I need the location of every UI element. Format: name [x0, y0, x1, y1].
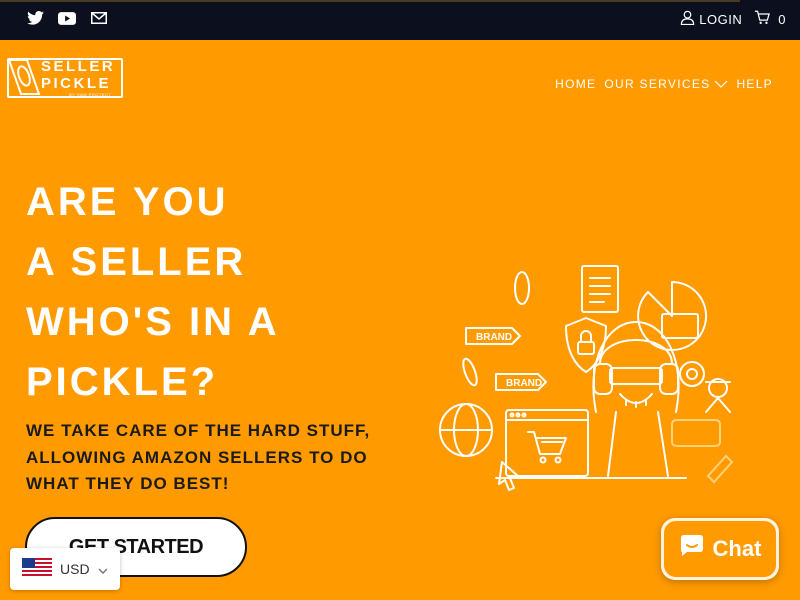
cart-icon [754, 10, 771, 28]
chat-label: Chat [712, 536, 762, 561]
top-bar: LOGIN 0 [0, 0, 800, 40]
us-flag-icon [22, 557, 52, 581]
cart-link[interactable]: 0 [754, 10, 786, 28]
social-links [26, 9, 108, 27]
nav-help[interactable]: HELP [736, 77, 773, 91]
cart-count: 0 [778, 11, 786, 27]
chat-bubble-icon [679, 534, 705, 564]
nav-home[interactable]: HOME [555, 77, 596, 91]
currency-code: USD [60, 561, 90, 577]
site-logo[interactable]: SELLER PICKLE BY SAM PROTECT [7, 56, 123, 100]
chat-button-inner: Chat [664, 521, 776, 577]
nav-our-services-label: OUR SERVICES [604, 77, 711, 91]
top-accent-line [0, 0, 740, 2]
logo-tagline: BY SAM PROTECT [69, 92, 112, 97]
hero-subtitle: WE TAKE CARE OF THE HARD STUFF, ALLOWING… [26, 418, 406, 498]
login-link[interactable]: LOGIN [680, 10, 742, 28]
twitter-icon[interactable] [26, 9, 44, 27]
hero-subtitle-line: WHAT THEY DO BEST! [26, 474, 230, 493]
chevron-down-icon [714, 77, 728, 91]
hero-subtitle-line: ALLOWING AMAZON SELLERS TO DO [26, 447, 368, 467]
hero-title-line: ARE YOU [26, 180, 229, 224]
currency-selector[interactable]: USD [10, 548, 120, 590]
nav-help-label: HELP [736, 77, 773, 91]
mail-icon[interactable] [90, 9, 108, 27]
hero-title-line: A SELLER [26, 240, 247, 284]
hero-subtitle-line: WE TAKE CARE OF THE HARD STUFF, [26, 421, 371, 440]
chat-button[interactable]: Chat [661, 518, 779, 580]
logo-line2: PICKLE [41, 75, 112, 92]
nav-home-label: HOME [555, 77, 597, 91]
logo-line1: SELLER [41, 58, 116, 75]
chevron-down-icon [98, 561, 108, 577]
hero-title: ARE YOU A SELLER WHO'S IN A PICKLE? [26, 172, 280, 412]
main-nav: HOME OUR SERVICES HELP [555, 77, 773, 91]
brand-tag-label: BRAND [476, 332, 512, 343]
youtube-icon[interactable] [58, 9, 76, 27]
user-icon [680, 10, 695, 28]
nav-our-services[interactable]: OUR SERVICES [604, 77, 728, 91]
login-label: LOGIN [699, 11, 743, 27]
brand-tag-label: BRAND [506, 378, 542, 389]
hero-title-line: WHO'S IN A [26, 300, 280, 344]
account-area: LOGIN 0 [680, 10, 786, 28]
hero-title-line: PICKLE? [26, 360, 219, 404]
hero-illustration: BRAND BRAND [439, 265, 734, 491]
